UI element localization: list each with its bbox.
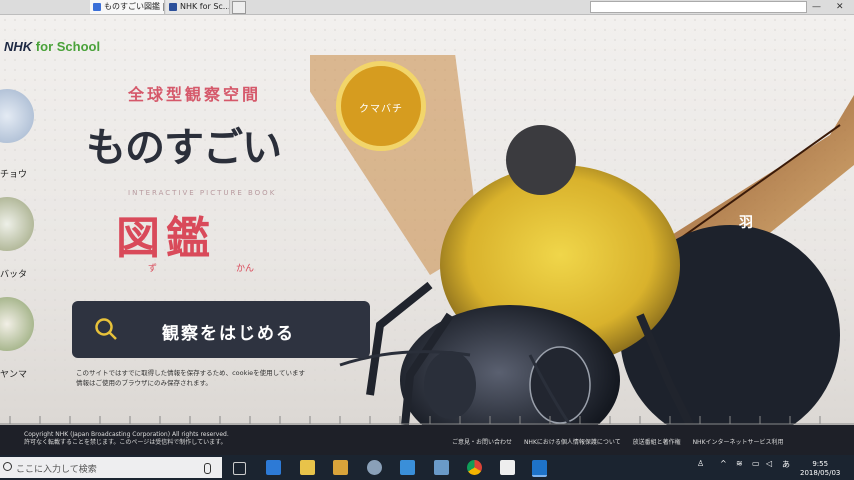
- volume-icon[interactable]: ◁: [766, 459, 772, 468]
- footer-links: ご意見・お問い合わせ NHKにおける個人情報保護について 放送番組と著作権 NH…: [452, 437, 794, 446]
- footer-link-terms[interactable]: NHKインターネットサービス利用: [693, 439, 784, 446]
- app-icon[interactable]: [367, 460, 382, 475]
- ruby-zu: ず: [148, 264, 158, 274]
- clock-date: 2018/05/03: [800, 469, 841, 477]
- tab-label: NHK for Sc...: [180, 2, 230, 11]
- zukan-logo: 図鑑: [116, 213, 216, 264]
- copyright-line-2: 許可なく転載することを禁じます。このページは受信料で制作しています。: [24, 439, 227, 446]
- taskbar-clock[interactable]: 9:55 2018/05/03: [800, 460, 840, 478]
- ime-indicator[interactable]: あ: [782, 459, 790, 470]
- minimize-icon[interactable]: —: [812, 0, 821, 14]
- sidebar-item-label: ヤンマ: [0, 370, 28, 380]
- mail-icon[interactable]: [500, 460, 515, 475]
- search-icon: [3, 462, 12, 471]
- sidebar-item-dragonfly[interactable]: [0, 297, 34, 351]
- people-icon[interactable]: ♙: [697, 459, 704, 468]
- address-bar[interactable]: [590, 1, 807, 13]
- microphone-icon[interactable]: [204, 463, 211, 474]
- web-page: NHK for School チョウ バッタ ヤンマ クマバチ 羽 全球型観察空…: [0, 15, 854, 425]
- sidebar-item-label: バッタ: [0, 270, 28, 280]
- internet-explorer-icon[interactable]: [532, 460, 547, 477]
- footer-link-privacy[interactable]: NHKにおける個人情報保護について: [524, 439, 621, 446]
- sidebar-item-butterfly[interactable]: [0, 89, 34, 143]
- footer-link-contact[interactable]: ご意見・お問い合わせ: [452, 439, 512, 446]
- page-title: ものすごい: [86, 125, 282, 171]
- store-icon[interactable]: [400, 460, 415, 475]
- footer-link-copyright[interactable]: 放送番組と著作権: [633, 439, 681, 446]
- tab-label: ものすごい図鑑 | NHK for Sc...: [104, 2, 165, 11]
- browser-tab[interactable]: NHK for Sc...: [166, 0, 230, 14]
- hotspot-species-label: クマバチ: [359, 104, 403, 115]
- clock-time: 9:55: [812, 460, 829, 468]
- taskbar-search-box[interactable]: ここに入力して検索: [0, 457, 222, 478]
- page-footer: Copyright NHK (Japan Broadcasting Corpor…: [0, 425, 854, 455]
- scale-ruler: [0, 416, 854, 425]
- edge-legacy-icon[interactable]: [266, 460, 281, 475]
- hotspot-camera[interactable]: [506, 125, 576, 195]
- favicon-icon: [93, 3, 101, 11]
- cookie-note-line-1: このサイトではすでに取得した情報を保存するため、cookieを使用しています: [76, 369, 305, 377]
- new-tab-icon[interactable]: [232, 1, 246, 14]
- task-view-icon[interactable]: [233, 462, 246, 475]
- catchcopy: 全球型観察空間: [128, 85, 262, 104]
- start-observation-button[interactable]: 観察をはじめる: [72, 301, 370, 358]
- media-player-icon[interactable]: [333, 460, 348, 475]
- file-explorer-icon[interactable]: [300, 460, 315, 475]
- cookie-note-line-2: 情報はご使用のブラウザにのみ保存されます。: [76, 379, 212, 387]
- ruby-kan: かん: [236, 264, 255, 274]
- search-icon: [95, 318, 117, 340]
- search-placeholder: ここに入力して検索: [16, 465, 97, 475]
- chrome-icon[interactable]: [467, 460, 482, 475]
- nhk-for-school-logo[interactable]: NHK for School: [4, 39, 100, 54]
- subtitle: INTERACTIVE PICTURE BOOK: [128, 189, 277, 197]
- hotspot-wing-label[interactable]: 羽: [739, 212, 753, 232]
- sidebar-item-grasshopper[interactable]: [0, 197, 34, 251]
- sidebar-item-label: チョウ: [0, 170, 28, 180]
- copyright-line-1: Copyright NHK (Japan Broadcasting Corpor…: [24, 431, 229, 438]
- browser-tab-active[interactable]: ものすごい図鑑 | NHK for Sc...: [90, 0, 165, 14]
- nhk-logo-text: NHK: [4, 39, 33, 54]
- for-school-text: for School: [35, 39, 101, 54]
- favicon-icon: [169, 3, 177, 11]
- battery-icon[interactable]: ▭: [752, 459, 760, 468]
- copyright: Copyright NHK (Japan Broadcasting Corpor…: [24, 431, 229, 447]
- browser-tab-strip: ものすごい図鑑 | NHK for Sc... NHK for Sc... — …: [0, 0, 854, 15]
- wifi-icon[interactable]: ≋: [736, 459, 743, 468]
- start-button-label: 観察をはじめる: [162, 324, 295, 344]
- hotspot-species[interactable]: クマバチ: [336, 61, 426, 151]
- close-icon[interactable]: ✕: [836, 0, 844, 14]
- windows-taskbar: ここに入力して検索 ♙ ^ ≋ ▭ ◁ あ 9:55 2018/05/03: [0, 455, 854, 480]
- photos-icon[interactable]: [434, 460, 449, 475]
- show-hidden-icons-chevron-icon[interactable]: ^: [720, 459, 727, 468]
